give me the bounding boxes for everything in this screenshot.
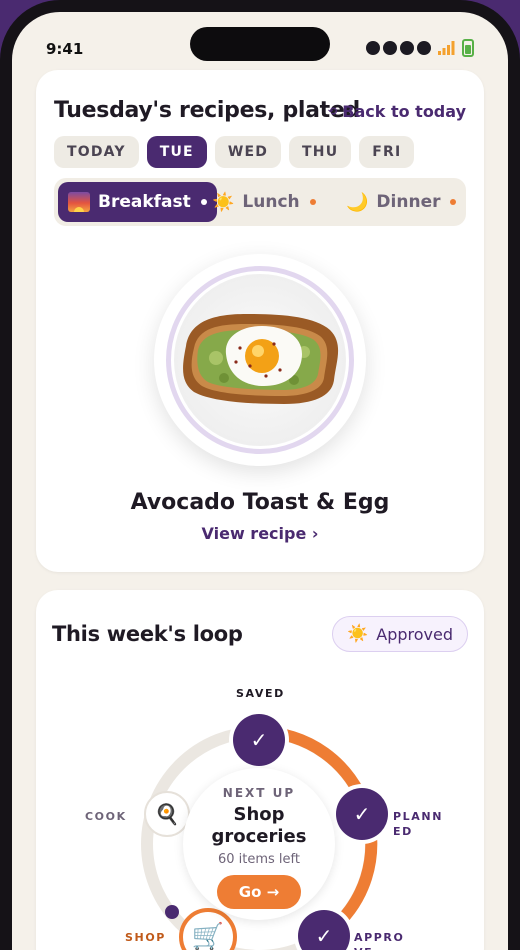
frying-pan-icon: 🍳 <box>154 802 180 826</box>
moon-icon: 🌙 <box>346 191 369 213</box>
tab-fri[interactable]: FRI <box>359 136 415 168</box>
recipes-title: Tuesday's recipes, plated <box>54 98 360 123</box>
day-tabs: TODAY TUE WED THU FRI <box>54 136 415 168</box>
phone-frame: 9:41 Tuesday's recipes, plated ⟲ Back to… <box>0 0 520 950</box>
tab-label: WED <box>227 144 269 160</box>
avocado-toast-image <box>183 314 339 404</box>
next-up-panel: NEXT UP Shop groceries 60 items left Go … <box>183 768 335 920</box>
step-planned-node[interactable]: ✓ <box>336 788 388 840</box>
tab-label: Dinner <box>376 192 441 212</box>
battery-icon <box>462 39 474 57</box>
step-saved-node[interactable]: ✓ <box>233 714 285 766</box>
tab-label: TUE <box>159 144 194 160</box>
sun-icon: ☀️ <box>212 191 235 213</box>
shopping-cart-icon: 🛒 <box>191 922 225 950</box>
signal-dot-icon <box>400 41 414 55</box>
signal-dot-icon <box>417 41 431 55</box>
wifi-icon <box>438 41 455 55</box>
recipe-photo[interactable] <box>154 254 366 466</box>
view-recipe-link[interactable]: View recipe › <box>36 524 484 543</box>
tab-tue[interactable]: TUE <box>146 136 207 168</box>
tab-today[interactable]: TODAY <box>54 136 139 168</box>
undo-icon: ⟲ <box>328 105 338 118</box>
back-to-today-label: Back to today <box>342 102 466 121</box>
items-left-count: 60 items left <box>217 852 300 867</box>
back-to-today-link[interactable]: ⟲ Back to today <box>328 102 466 121</box>
tab-label: FRI <box>372 144 402 160</box>
signal-dot-icon <box>383 41 397 55</box>
status-icons <box>366 39 474 57</box>
sunrise-icon <box>68 192 90 212</box>
status-dot <box>309 199 316 205</box>
step-label-approve: APPRO VE <box>354 931 405 950</box>
app-screen: 9:41 Tuesday's recipes, plated ⟲ Back to… <box>12 12 508 950</box>
tab-dinner[interactable]: 🌙 Dinner <box>336 182 466 222</box>
step-label-saved: SAVED <box>236 687 285 700</box>
weekly-loop-card: This week's loop ☀️ Approved SAVED ✓ PLA… <box>36 590 484 950</box>
next-up-label: NEXT UP <box>222 786 296 800</box>
status-bar: 9:41 <box>12 12 508 76</box>
recipe-name: Avocado Toast & Egg <box>130 490 390 515</box>
meal-tabs: Breakfast ☀️ Lunch 🌙 Dinner <box>54 178 466 226</box>
status-dot <box>450 199 457 205</box>
tab-thu[interactable]: THU <box>289 136 352 168</box>
step-label-cook: COOK <box>85 810 127 823</box>
next-up-title: Shop groceries <box>211 804 307 847</box>
status-time: 9:41 <box>46 40 84 58</box>
dynamic-island <box>190 27 330 61</box>
recipes-card: Tuesday's recipes, plated ⟲ Back to toda… <box>36 70 484 572</box>
check-icon: ✓ <box>315 924 333 948</box>
step-label-shop: SHOP <box>125 931 166 944</box>
tab-label: TODAY <box>67 144 126 160</box>
check-icon: ✓ <box>353 802 371 826</box>
tab-label: Breakfast <box>98 192 191 212</box>
tab-breakfast[interactable]: Breakfast <box>58 182 217 222</box>
tab-wed[interactable]: WED <box>214 136 282 168</box>
tab-label: THU <box>302 144 339 160</box>
step-label-planned: PLANN ED <box>393 810 443 838</box>
go-button[interactable]: Go → <box>217 875 301 909</box>
tab-label: Lunch <box>242 192 300 212</box>
signal-dot-icon <box>366 41 380 55</box>
check-icon: ✓ <box>250 728 268 752</box>
tab-lunch[interactable]: ☀️ Lunch <box>202 182 326 222</box>
